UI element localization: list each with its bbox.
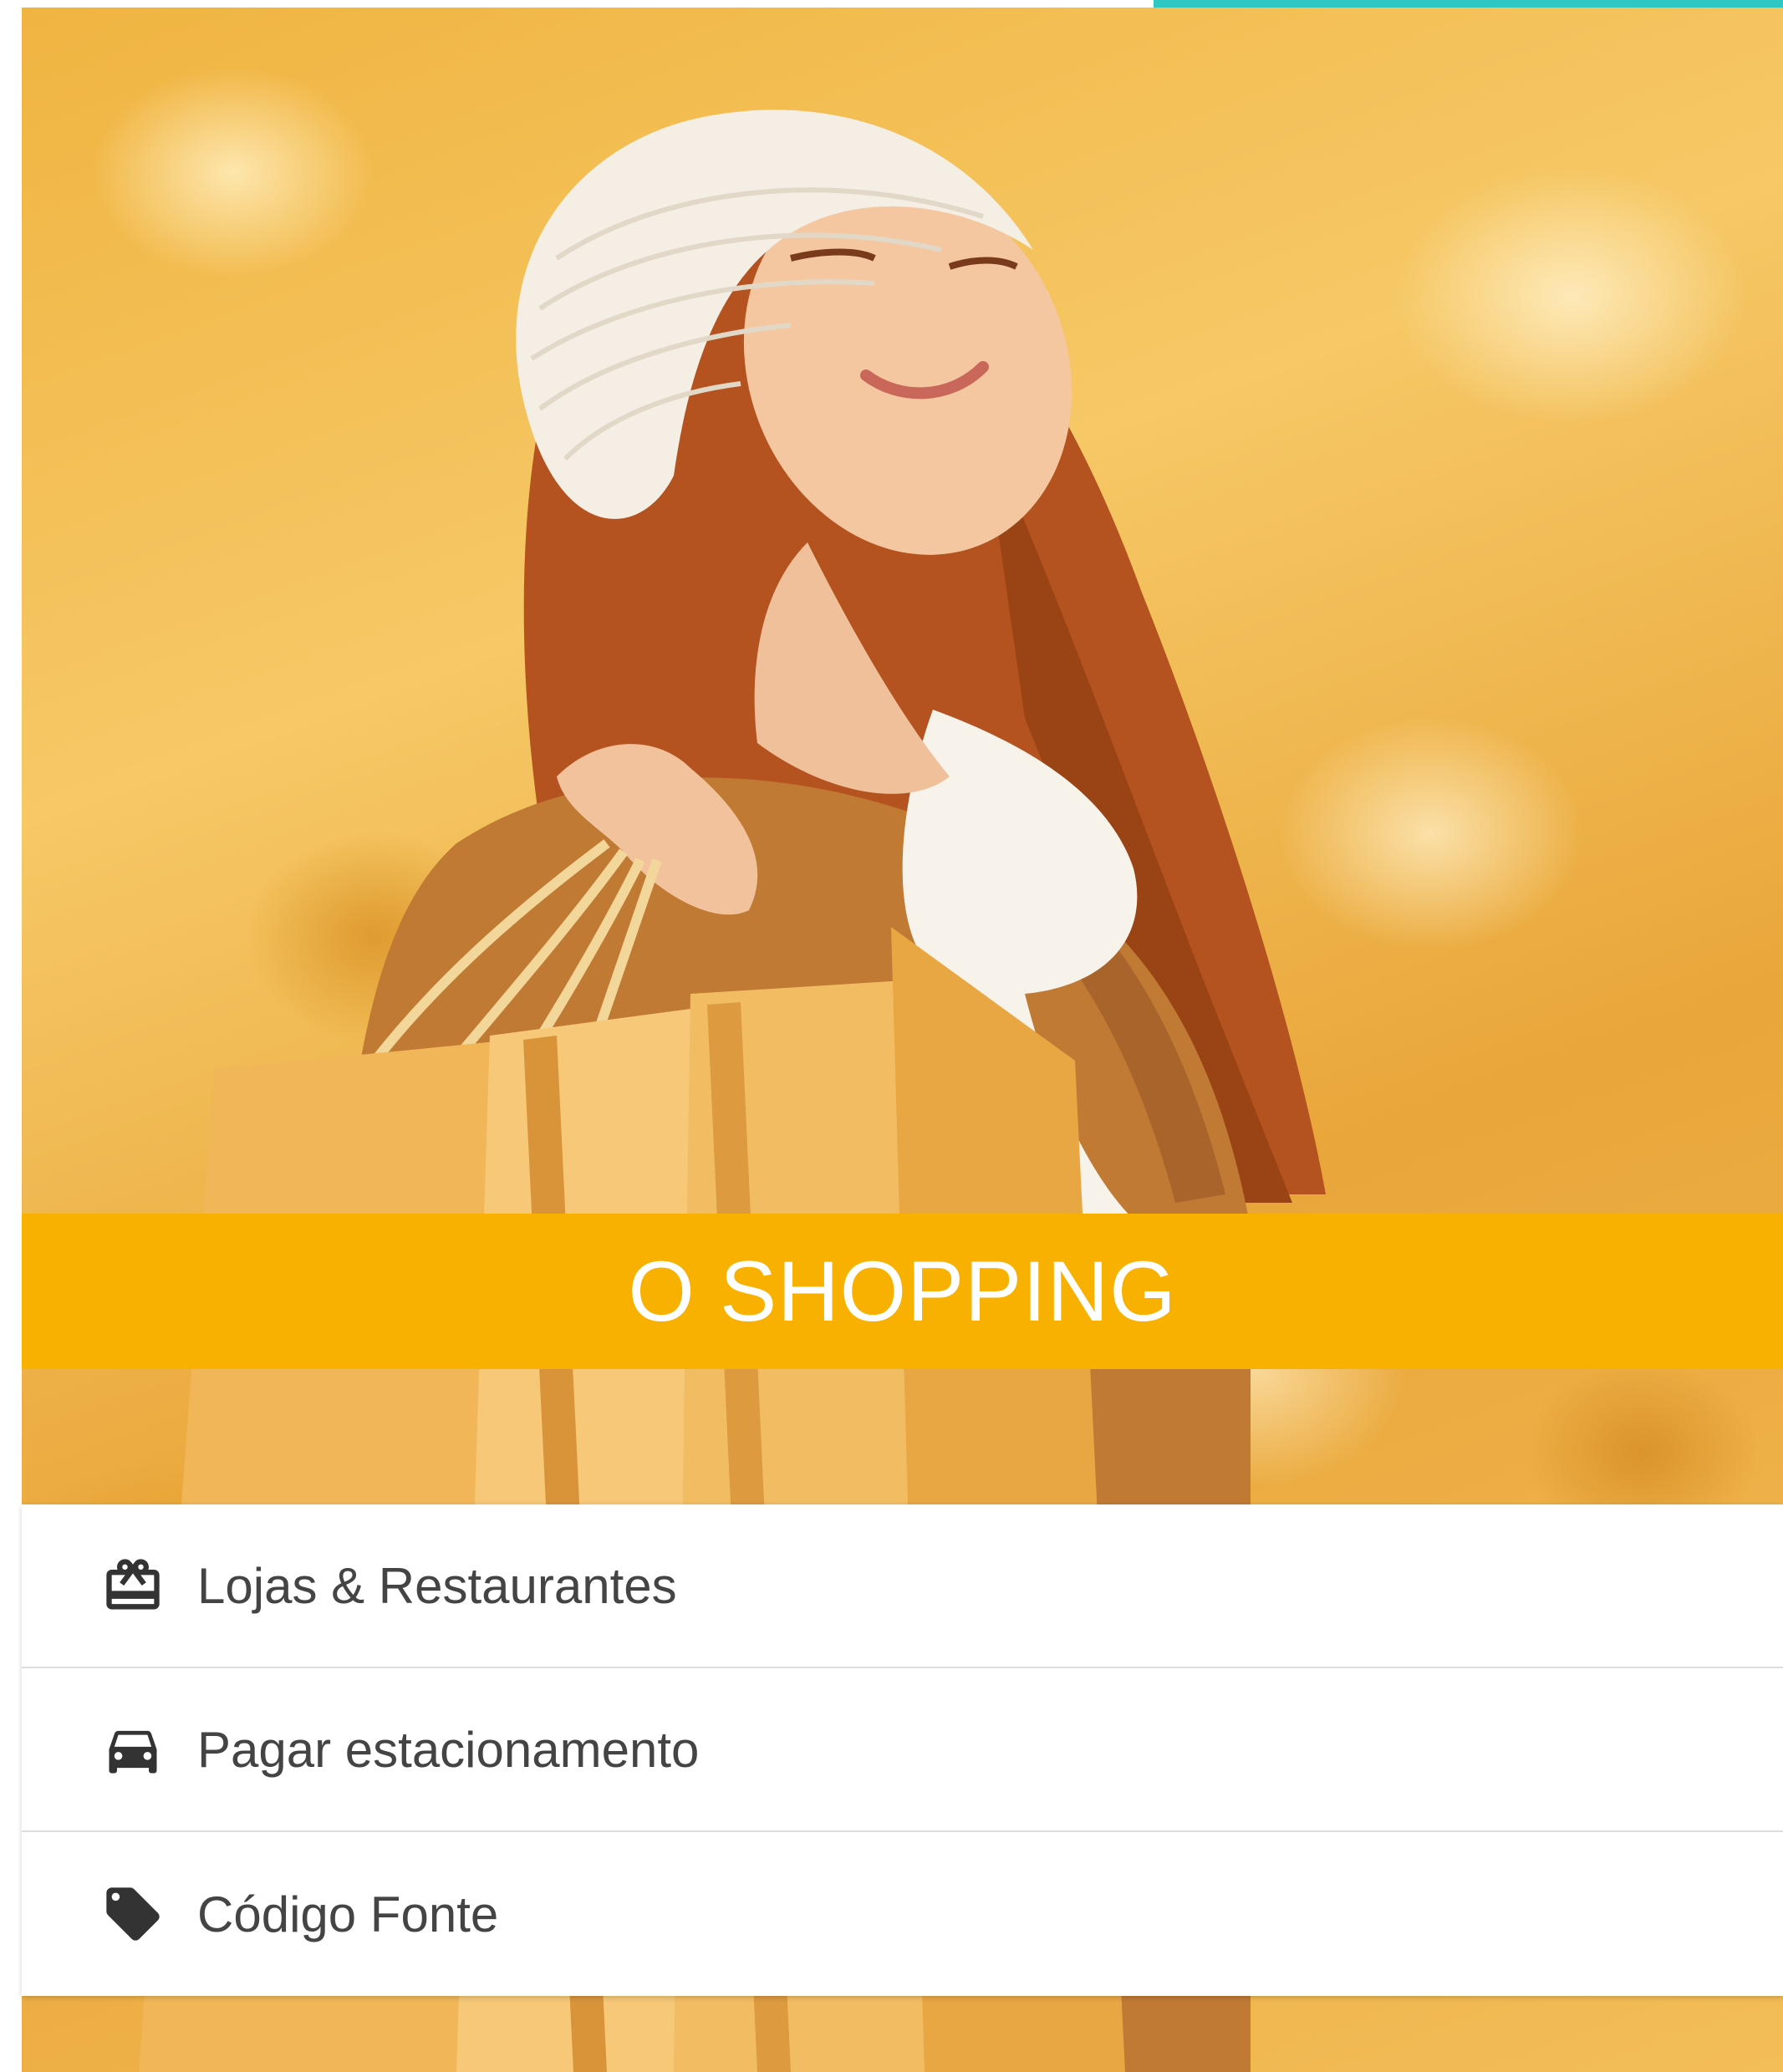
top-accent-bar <box>1154 0 1783 8</box>
car-icon <box>101 1718 165 1781</box>
banner-title: O SHOPPING <box>628 1244 1177 1339</box>
menu-item-lojas-restaurantes[interactable]: Lojas & Restaurantes <box>22 1504 1783 1668</box>
menu-item-label: Lojas & Restaurantes <box>197 1557 677 1614</box>
menu-item-codigo-fonte[interactable]: Código Fonte <box>22 1832 1783 1996</box>
menu-item-label: Código Fonte <box>197 1886 499 1942</box>
shopping-menu: Lojas & Restaurantes Pagar estacionament… <box>22 1504 1783 1996</box>
gift-card-icon <box>101 1554 165 1617</box>
menu-item-label: Pagar estacionamento <box>197 1721 700 1778</box>
tag-icon <box>101 1882 165 1946</box>
menu-item-pagar-estacionamento[interactable]: Pagar estacionamento <box>22 1668 1783 1832</box>
section-banner: O SHOPPING <box>22 1214 1783 1369</box>
